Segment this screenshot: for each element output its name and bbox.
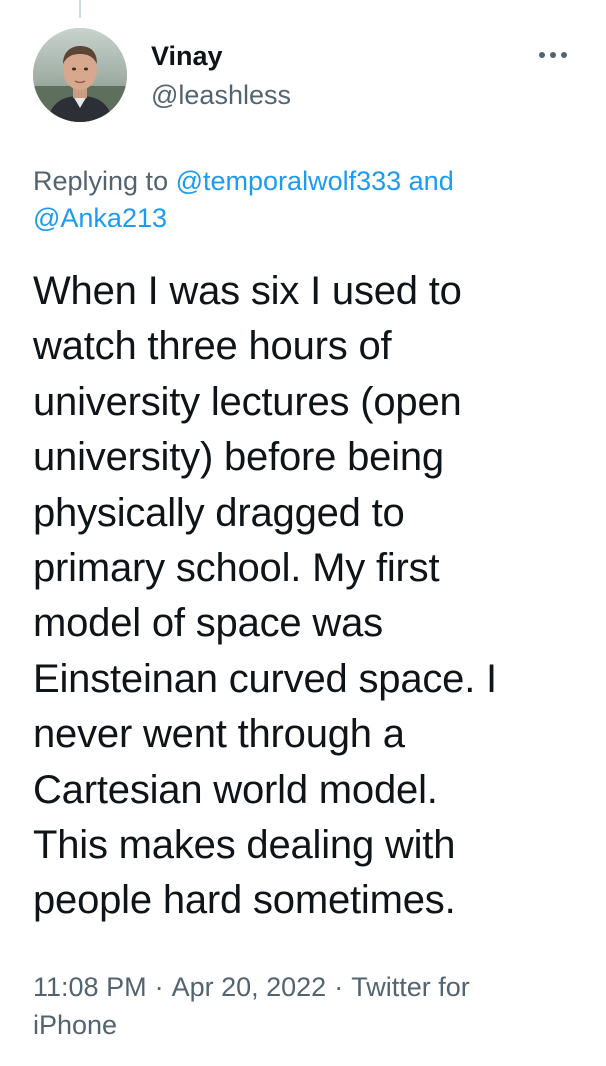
tweet-header: Vinay @leashless bbox=[33, 28, 573, 124]
tweet-text-line: never went through a bbox=[33, 712, 405, 757]
tweet-text-line: physically dragged to bbox=[33, 490, 405, 535]
more-horizontal-icon bbox=[539, 52, 567, 58]
tweet-text-line: people hard sometimes. bbox=[33, 878, 456, 923]
tweet-text-line: watch three hours of bbox=[33, 324, 392, 369]
display-name[interactable]: Vinay bbox=[151, 40, 291, 72]
tweet-text-line: Cartesian world model. bbox=[33, 767, 438, 812]
replying-to: Replying to @temporalwolf333 and @Anka21… bbox=[33, 163, 553, 237]
tweet-metadata: 11:08 PM · Apr 20, 2022 · Twitter for iPhone bbox=[33, 968, 553, 1044]
mention-joiner[interactable]: and bbox=[409, 166, 454, 196]
user-handle[interactable]: @leashless bbox=[151, 79, 291, 111]
avatar-photo bbox=[33, 28, 127, 122]
tweet-text: When I was six I used to watch three hou… bbox=[33, 264, 581, 929]
separator-dot: · bbox=[334, 972, 344, 1002]
mention-link[interactable]: @temporalwolf333 bbox=[176, 166, 402, 196]
tweet-text-line: When I was six I used to bbox=[33, 269, 462, 313]
more-options-button[interactable] bbox=[535, 46, 571, 64]
separator-dot: · bbox=[154, 972, 164, 1002]
tweet-text-line: model of space was bbox=[33, 601, 383, 646]
tweet-text-line: primary school. My first bbox=[33, 546, 440, 591]
avatar[interactable] bbox=[33, 28, 127, 122]
tweet-time[interactable]: 11:08 PM bbox=[33, 972, 147, 1002]
tweet-text-line: university) before being bbox=[33, 435, 444, 480]
tweet-text-line: This makes dealing with bbox=[33, 823, 456, 868]
replying-to-label: Replying to bbox=[33, 166, 169, 196]
tweet-date[interactable]: Apr 20, 2022 bbox=[172, 972, 327, 1002]
user-info: Vinay @leashless bbox=[151, 40, 291, 111]
tweet-text-line: university lectures (open bbox=[33, 379, 462, 424]
thread-connector-line bbox=[79, 0, 81, 18]
tweet-text-line: Einsteinan curved space. I bbox=[33, 656, 497, 701]
mention-link[interactable]: @Anka213 bbox=[33, 203, 167, 233]
